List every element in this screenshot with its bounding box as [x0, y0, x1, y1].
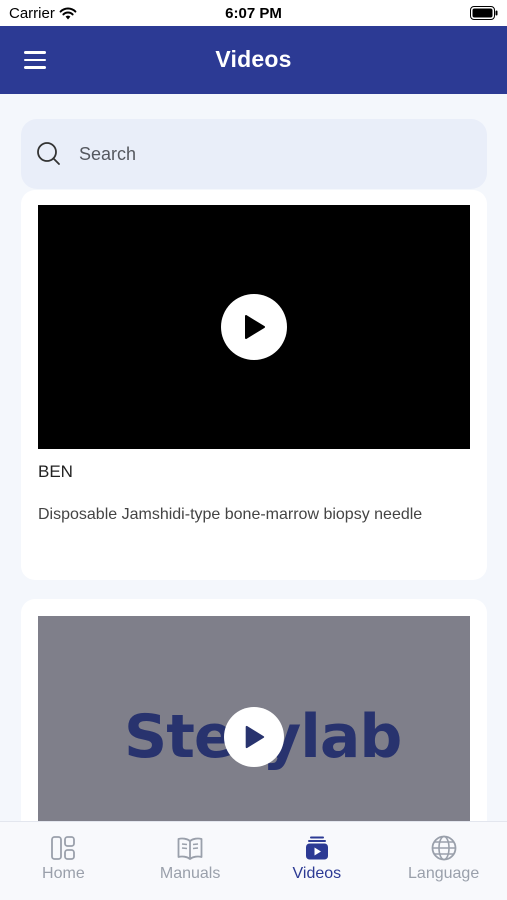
video-card[interactable]: Sterylab — [21, 599, 487, 821]
play-button[interactable] — [221, 294, 287, 360]
video-icon — [305, 836, 328, 860]
battery-icon — [470, 6, 498, 20]
video-thumbnail[interactable] — [38, 205, 470, 449]
play-icon — [245, 725, 265, 749]
tab-manuals[interactable]: Manuals — [127, 822, 254, 900]
tab-manuals-label: Manuals — [159, 865, 221, 882]
video-list[interactable]: BEN Disposable Jamshidi-type bone-marrow… — [0, 94, 507, 821]
tab-home[interactable]: Home — [0, 822, 127, 900]
app-bar: Videos — [0, 26, 507, 94]
video-card[interactable]: BEN Disposable Jamshidi-type bone-marrow… — [21, 190, 487, 580]
status-time: 6:07 PM — [225, 5, 282, 22]
video-description: Disposable Jamshidi-type bone-marrow bio… — [38, 506, 423, 523]
page-title: Videos — [215, 46, 292, 72]
bottom-tab-bar: Home Manuals Videos Language — [0, 821, 507, 900]
play-icon — [245, 315, 265, 339]
tab-videos[interactable]: Videos — [254, 822, 381, 900]
video-title: BEN — [38, 462, 73, 481]
search-icon — [37, 142, 60, 165]
home-grid-icon — [51, 836, 76, 860]
status-bar: Carrier 6:07 PM — [0, 0, 507, 26]
search-bar[interactable] — [21, 119, 487, 189]
video-thumbnail[interactable]: Sterylab — [38, 616, 470, 821]
search-input[interactable] — [79, 143, 439, 165]
tab-language-label: Language — [408, 865, 480, 882]
play-button[interactable] — [224, 707, 284, 767]
tab-home-label: Home — [42, 865, 85, 882]
tab-videos-label: Videos — [292, 865, 342, 882]
tab-language[interactable]: Language — [380, 822, 507, 900]
globe-icon — [431, 835, 457, 861]
book-icon — [177, 837, 203, 860]
